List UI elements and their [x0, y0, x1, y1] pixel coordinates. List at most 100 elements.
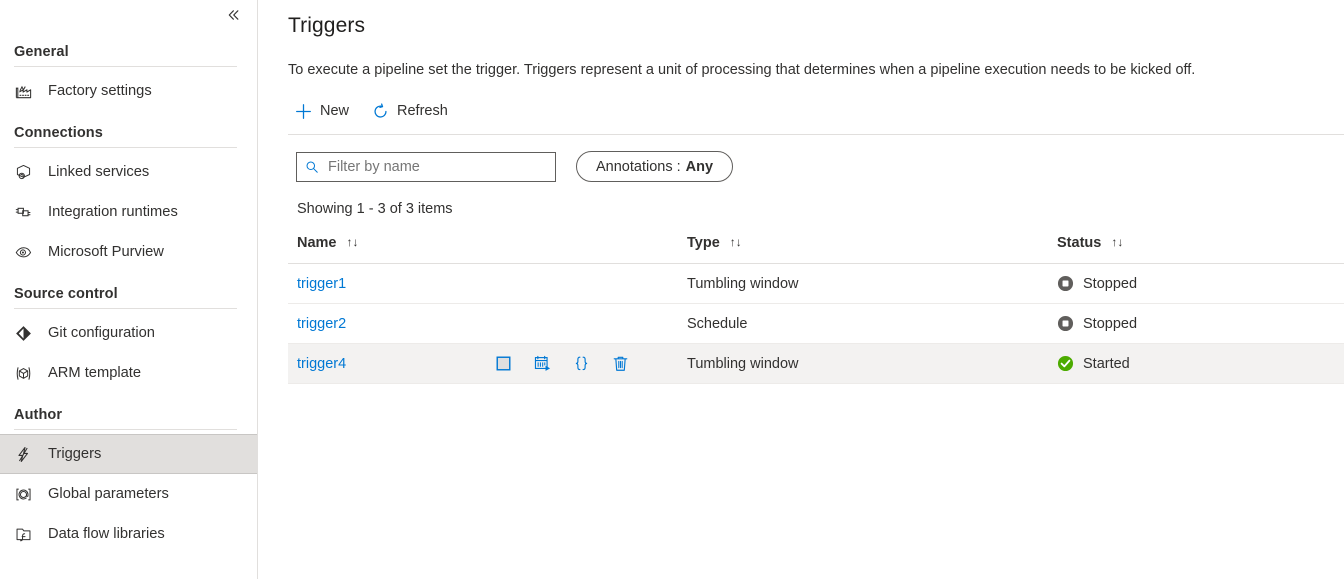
- row-action-group: [493, 354, 630, 374]
- command-toolbar: New Refresh: [288, 94, 1344, 128]
- nav-section-divider: [14, 66, 237, 67]
- toolbar-divider: [288, 134, 1344, 135]
- cell-name: trigger4: [288, 343, 678, 384]
- table-row[interactable]: trigger4 Tumbling window Started: [288, 343, 1344, 384]
- sort-icon[interactable]: ↑↓: [730, 235, 742, 249]
- nav-section-title: Connections: [14, 125, 103, 141]
- global-parameters-icon: [14, 484, 38, 504]
- sidebar-item-label: Linked services: [48, 164, 150, 180]
- git-configuration-icon: [14, 323, 38, 343]
- refresh-icon: [371, 102, 389, 120]
- sidebar-item-label: ARM template: [48, 365, 142, 381]
- cell-status: Started: [1048, 343, 1344, 384]
- table-header-row: Name ↑↓ Type ↑↓ Status ↑↓: [288, 231, 1344, 264]
- factory-icon: [14, 81, 38, 101]
- refresh-label: Refresh: [397, 103, 448, 119]
- sidebar-item-git-configuration[interactable]: Git configuration: [0, 313, 257, 353]
- sidebar-item-label: Integration runtimes: [48, 204, 178, 220]
- nav-section-title: General: [14, 44, 69, 60]
- filter-by-name-box[interactable]: [296, 151, 556, 182]
- rerun-trigger-action[interactable]: [532, 354, 552, 374]
- sidebar-item-linked-services[interactable]: Linked services: [0, 152, 257, 192]
- new-trigger-button[interactable]: New: [288, 95, 359, 127]
- search-icon: [305, 160, 319, 174]
- column-header-name-label: Name: [297, 235, 337, 251]
- trigger-name-link[interactable]: trigger4: [297, 356, 346, 372]
- trigger-bolt-icon: [14, 444, 38, 464]
- filter-row: Annotations : Any: [296, 151, 1344, 182]
- collapse-panel-button[interactable]: [223, 4, 245, 26]
- triggers-table: Name ↑↓ Type ↑↓ Status ↑↓ trigger1 Tumbling …: [288, 231, 1344, 384]
- status-badge: Started: [1057, 355, 1344, 372]
- cell-type: Tumbling window: [678, 343, 1048, 384]
- column-header-name[interactable]: Name ↑↓: [288, 231, 678, 264]
- sidebar-item-label: Git configuration: [48, 325, 155, 341]
- cell-name: trigger1: [288, 263, 678, 304]
- purview-eye-icon: [14, 242, 38, 262]
- status-label: Started: [1083, 355, 1130, 372]
- sidebar-item-triggers[interactable]: Triggers: [0, 434, 257, 474]
- nav-section-divider: [14, 308, 237, 309]
- sidebar-item-data-flow-libraries[interactable]: Data flow libraries: [0, 514, 257, 554]
- nav-section-title: Author: [14, 407, 63, 423]
- refresh-button[interactable]: Refresh: [365, 95, 458, 127]
- arm-template-icon: [14, 363, 38, 383]
- stopped-icon: [1057, 315, 1074, 332]
- started-icon: [1057, 355, 1074, 372]
- trigger-name-link[interactable]: trigger2: [297, 316, 346, 332]
- annotations-filter-pill[interactable]: Annotations : Any: [576, 151, 734, 182]
- sidebar-item-factory-settings[interactable]: Factory settings: [0, 71, 257, 111]
- code-json-action[interactable]: [571, 354, 591, 374]
- trigger-name-link[interactable]: trigger1: [297, 276, 346, 292]
- left-nav-sidebar: General Factory settings Connections Linked…: [0, 0, 258, 579]
- table-row[interactable]: trigger1 Tumbling window Stopped: [288, 263, 1344, 304]
- sidebar-item-label: Global parameters: [48, 486, 169, 502]
- plus-icon: [294, 102, 312, 120]
- table-body: trigger1 Tumbling window Stopped trigger2 Sc…: [288, 263, 1344, 384]
- page-description: To execute a pipeline set the trigger. T…: [288, 62, 1196, 78]
- page-title: Triggers: [288, 14, 366, 37]
- status-badge: Stopped: [1057, 315, 1344, 332]
- showing-count-label: Showing 1 - 3 of 3 items: [297, 201, 453, 217]
- sidebar-item-label: Factory settings: [48, 83, 152, 99]
- status-label: Stopped: [1083, 275, 1138, 292]
- sidebar-item-integration-runtimes[interactable]: Integration runtimes: [0, 192, 257, 232]
- annotations-filter-label: Annotations :: [596, 158, 681, 175]
- search-input[interactable]: [326, 157, 547, 176]
- cell-status: Stopped: [1048, 263, 1344, 304]
- data-flow-libraries-icon: [14, 524, 38, 544]
- app-root: General Factory settings Connections Linked…: [0, 0, 1344, 579]
- sidebar-item-label: Triggers: [48, 446, 102, 462]
- status-label: Stopped: [1083, 315, 1138, 332]
- integration-runtimes-icon: [14, 202, 38, 222]
- sort-icon[interactable]: ↑↓: [347, 235, 359, 249]
- cell-type: Tumbling window: [678, 263, 1048, 304]
- cell-type: Schedule: [678, 303, 1048, 344]
- nav-sections: General Factory settings Connections Linked…: [0, 44, 257, 554]
- sidebar-item-label: Data flow libraries: [48, 526, 165, 542]
- collapse-row: [0, 0, 257, 30]
- nav-section-title: Source control: [14, 286, 118, 302]
- linked-services-icon: [14, 162, 38, 182]
- sidebar-item-label: Microsoft Purview: [48, 244, 164, 260]
- annotations-filter-value: Any: [685, 158, 714, 175]
- column-header-type[interactable]: Type ↑↓: [678, 231, 1048, 264]
- stopped-icon: [1057, 275, 1074, 292]
- nav-section-divider: [14, 429, 237, 430]
- column-header-type-label: Type: [687, 235, 720, 251]
- delete-trigger-action[interactable]: [610, 354, 630, 374]
- main-content: Triggers To execute a pipeline set the t…: [258, 0, 1344, 579]
- sort-icon[interactable]: ↑↓: [1111, 235, 1123, 249]
- table-row[interactable]: trigger2 Schedule Stopped: [288, 303, 1344, 344]
- sidebar-item-microsoft-purview[interactable]: Microsoft Purview: [0, 232, 257, 272]
- cell-status: Stopped: [1048, 303, 1344, 344]
- sidebar-item-global-parameters[interactable]: Global parameters: [0, 474, 257, 514]
- cell-name: trigger2: [288, 303, 678, 344]
- status-badge: Stopped: [1057, 275, 1344, 292]
- sidebar-item-arm-template[interactable]: ARM template: [0, 353, 257, 393]
- new-trigger-label: New: [320, 103, 350, 119]
- column-header-status-label: Status: [1057, 235, 1102, 251]
- nav-section-divider: [14, 147, 237, 148]
- column-header-status[interactable]: Status ↑↓: [1048, 231, 1344, 264]
- stop-trigger-action[interactable]: [493, 354, 513, 374]
